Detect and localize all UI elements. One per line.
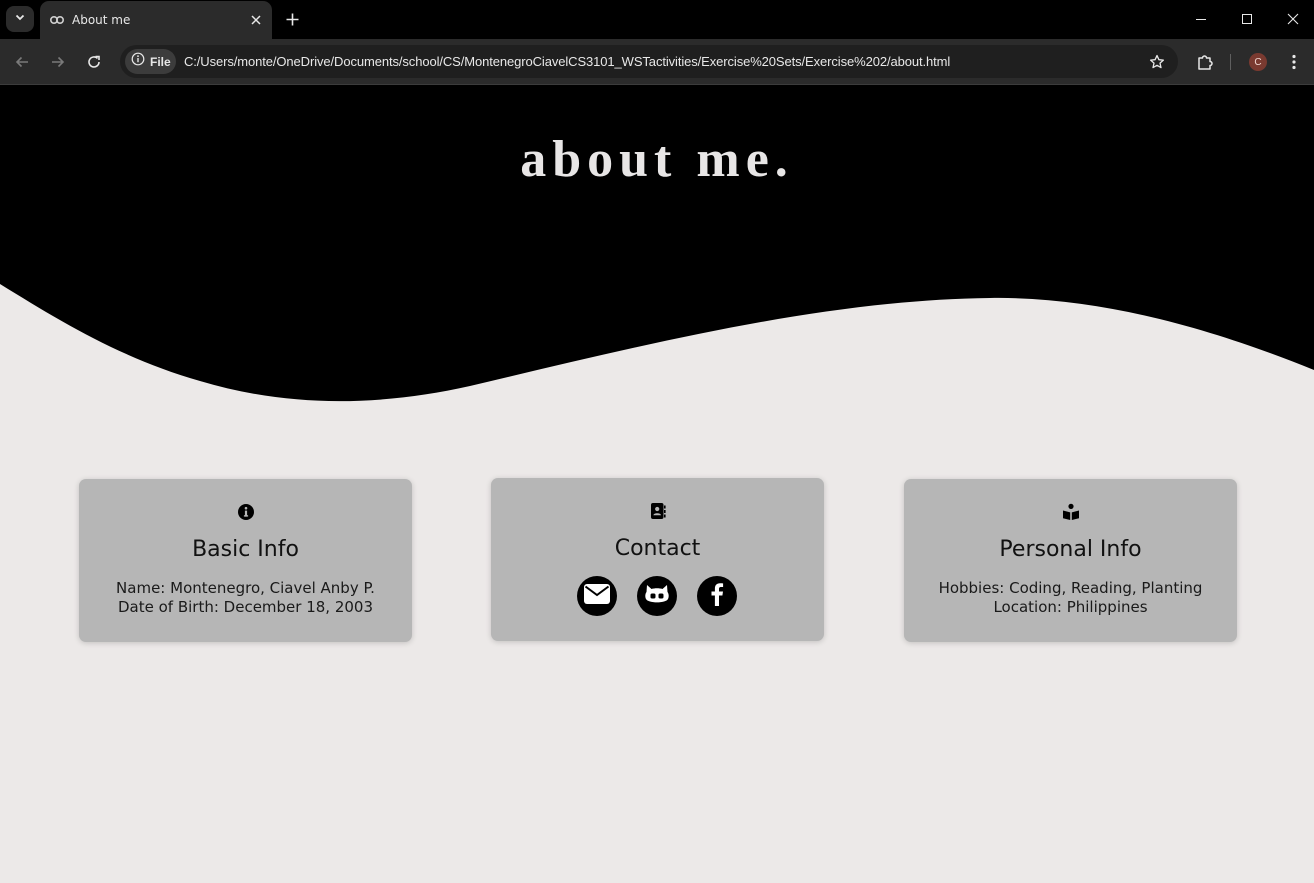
- github-icon: [644, 583, 670, 610]
- envelope-icon: [584, 583, 610, 609]
- info-icon: [131, 52, 145, 71]
- personal-info-card: Personal Info Hobbies: Coding, Reading, …: [904, 479, 1237, 642]
- new-tab-button[interactable]: [282, 9, 302, 29]
- url-text[interactable]: C:/Users/monte/OneDrive/Documents/school…: [184, 54, 950, 69]
- page-favicon-icon: [49, 13, 65, 27]
- card-details: Hobbies: Coding, Reading, Planting Locat…: [904, 579, 1237, 617]
- hobbies-text: Hobbies: Coding, Reading, Planting: [938, 579, 1203, 597]
- location-text: Location: Philippines: [993, 598, 1148, 616]
- basic-info-card: Basic Info Name: Montenegro, Ciavel Anby…: [79, 479, 412, 642]
- extensions-puzzle-icon[interactable]: [1193, 50, 1217, 74]
- page-viewport: about me. Basic Info Name: Montenegro, C…: [0, 86, 1314, 883]
- birthdate-text: Date of Birth: December 18, 2003: [117, 598, 374, 616]
- card-title: Basic Info: [192, 537, 299, 562]
- reload-button[interactable]: [80, 48, 108, 76]
- tab-strip: About me: [0, 0, 1314, 39]
- close-window-button[interactable]: [1270, 4, 1314, 34]
- github-link[interactable]: [637, 576, 677, 616]
- card-details: Name: Montenegro, Ciavel Anby P. Date of…: [79, 579, 412, 617]
- chevron-down-icon: [14, 10, 26, 28]
- back-button[interactable]: [8, 48, 36, 76]
- tab-about-me[interactable]: About me: [40, 1, 272, 39]
- forward-button[interactable]: [44, 48, 72, 76]
- address-book-icon: [491, 502, 824, 520]
- page-title: about me.: [520, 131, 794, 188]
- site-chip-label: File: [150, 54, 171, 69]
- tab-search-button[interactable]: [6, 6, 34, 32]
- more-menu-icon[interactable]: [1282, 50, 1306, 74]
- address-bar[interactable]: File C:/Users/monte/OneDrive/Documents/s…: [120, 45, 1178, 78]
- tab-title: About me: [72, 13, 131, 27]
- book-reader-icon: [904, 503, 1237, 521]
- close-tab-icon[interactable]: [248, 12, 264, 28]
- facebook-icon: [710, 582, 724, 611]
- maximize-button[interactable]: [1224, 4, 1270, 34]
- bookmark-star-icon[interactable]: [1148, 53, 1166, 71]
- toolbar-divider: [1230, 54, 1231, 70]
- email-link[interactable]: [577, 576, 617, 616]
- contact-card: Contact: [491, 478, 824, 641]
- card-title: Contact: [614, 536, 701, 561]
- facebook-link[interactable]: [697, 576, 737, 616]
- site-info-chip[interactable]: File: [125, 49, 176, 74]
- profile-avatar[interactable]: C: [1249, 53, 1267, 71]
- minimize-button[interactable]: [1178, 4, 1224, 34]
- name-text: Name: Montenegro, Ciavel Anby P.: [116, 579, 375, 597]
- card-title: Personal Info: [999, 537, 1142, 562]
- hero-banner: about me.: [0, 86, 1314, 406]
- info-icon: [79, 503, 412, 521]
- browser-toolbar: File C:/Users/monte/OneDrive/Documents/s…: [0, 39, 1314, 85]
